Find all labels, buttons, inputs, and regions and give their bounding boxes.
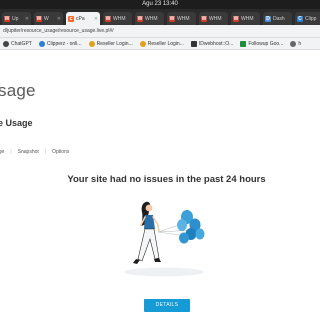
chatgpt-icon: [3, 40, 9, 47]
browser-tab-strip: W Up ✕ W W ✕ c cPa ✕ W WHM W WHM W WHM W…: [0, 9, 320, 25]
clipperz-icon: [38, 40, 45, 47]
whm-icon: W: [105, 15, 111, 22]
details-button[interactable]: DETAILS: [144, 299, 190, 312]
bookmark-clipperz[interactable]: Clipperz - onli...: [38, 40, 82, 47]
sheets-icon: [240, 40, 247, 47]
bookmark-label: IDwebhost::O...: [198, 40, 234, 47]
bookmark-label: Followup Goo...: [248, 40, 284, 47]
tab-label: WHM: [209, 15, 222, 22]
close-icon[interactable]: ✕: [94, 16, 98, 22]
bookmark-followup[interactable]: Followup Goo...: [240, 40, 284, 47]
tab-3[interactable]: W WHM: [103, 12, 132, 25]
bookmark-icon: [88, 40, 95, 47]
tab-9[interactable]: C Clipp: [295, 12, 320, 25]
idwebhost-icon: [190, 40, 197, 47]
subtab-options[interactable]: Options: [52, 149, 69, 155]
tab-2-active[interactable]: c cPa ✕: [66, 12, 100, 25]
system-clock: Agu 23 13:40: [142, 1, 178, 7]
bookmark-reseller-login-2[interactable]: Reseller Login...: [139, 40, 184, 47]
person-with-balloons-illustration: [124, 201, 205, 277]
tab-label: WHM: [241, 15, 254, 22]
cpanel-icon: c: [68, 15, 74, 22]
bookmarks-bar: ChatGPT Clipperz - onli... Reseller Logi…: [0, 38, 320, 50]
tab-label: WHM: [145, 15, 158, 22]
bookmark-reseller-login-1[interactable]: Reseller Login...: [88, 40, 133, 47]
section-title: e Usage: [0, 118, 33, 128]
bookmark-label: Reseller Login...: [147, 40, 184, 47]
tab-7[interactable]: W WHM: [231, 12, 260, 25]
tab-0[interactable]: W Up ✕: [2, 12, 31, 25]
bookmark-icon: [139, 40, 146, 47]
tab-label: W: [44, 15, 49, 22]
person-figure: [133, 201, 161, 264]
bookmark-label: Reseller Login...: [96, 40, 133, 47]
tab-5[interactable]: W WHM: [167, 12, 196, 25]
page-content: sage e Usage age | Snapshot | Options Yo…: [0, 50, 320, 320]
subtab-separator: |: [44, 149, 47, 155]
whm-icon: W: [233, 15, 239, 22]
whm-icon: W: [201, 15, 207, 22]
bookmark-label: Clipperz - onli...: [46, 40, 82, 47]
bookmark-chatgpt[interactable]: ChatGPT: [3, 40, 32, 47]
tab-label: WHM: [113, 15, 126, 22]
whm-icon: W: [169, 15, 175, 22]
bookmark-label: h: [298, 40, 302, 47]
tab-label: Dash: [273, 15, 285, 22]
subtab-usage[interactable]: age: [0, 149, 4, 155]
tab-label: Up: [12, 15, 19, 22]
ground-shadow: [124, 267, 204, 277]
system-top-bar: Agu 23 13:40: [0, 0, 320, 9]
subtab-snapshot[interactable]: Snapshot: [18, 149, 39, 155]
whm-icon: W: [4, 15, 10, 22]
subtab-separator: |: [10, 149, 12, 155]
url-text[interactable]: d/jupiter/resource_usage/resource_usage.…: [3, 28, 114, 34]
tab-4[interactable]: W WHM: [135, 12, 164, 25]
tab-1[interactable]: W W ✕: [34, 12, 63, 25]
tab-label: cPa: [76, 15, 85, 22]
clipperz-icon: C: [297, 15, 303, 22]
tab-8[interactable]: D Dash: [263, 12, 292, 25]
bookmark-idwebhost[interactable]: IDwebhost::O...: [190, 40, 234, 47]
close-icon[interactable]: ✕: [57, 16, 61, 22]
address-bar[interactable]: d/jupiter/resource_usage/resource_usage.…: [0, 25, 320, 38]
whm-icon: W: [137, 15, 143, 22]
tab-6[interactable]: W WHM: [199, 12, 228, 25]
bookmark-h[interactable]: h: [290, 40, 302, 47]
bookmark-label: ChatGPT: [11, 40, 32, 47]
balloons: [177, 210, 205, 244]
tab-label: WHM: [177, 15, 190, 22]
bookmark-icon: [290, 40, 297, 47]
dash-icon: D: [265, 15, 271, 22]
close-icon[interactable]: ✕: [25, 16, 29, 22]
subtab-nav: age | Snapshot | Options: [0, 149, 69, 155]
tab-label: Clipp: [305, 15, 317, 22]
whm-icon: W: [36, 15, 42, 22]
status-message: Your site had no issues in the past 24 h…: [67, 174, 266, 185]
page-title: sage: [0, 81, 36, 100]
